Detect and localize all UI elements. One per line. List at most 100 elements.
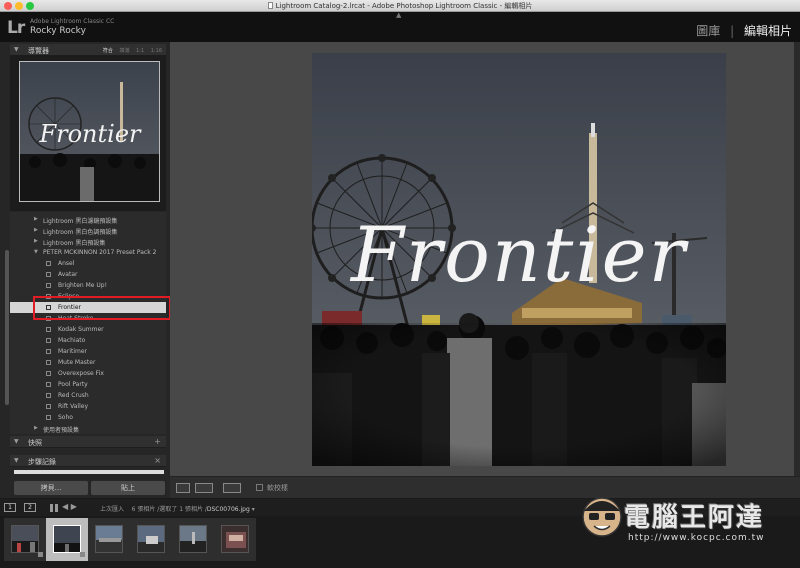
preset-item[interactable]: Soho xyxy=(10,412,166,423)
thumbnail-image xyxy=(137,525,165,553)
presets-panel: ▶ Lightroom 黑白濾鏡預設集 ▶ Lightroom 黑白色調預設集 … xyxy=(10,212,166,434)
site-watermark: 電腦王阿達 http://www.kocpc.com.tw xyxy=(578,491,794,561)
watermark-title: 電腦王阿達 xyxy=(624,503,765,533)
soft-proof-checkbox[interactable] xyxy=(256,484,263,491)
navigator-preview[interactable]: Frontier xyxy=(19,61,160,202)
right-panel-edge xyxy=(794,42,800,476)
collapse-top-panel-icon[interactable]: ▲ xyxy=(396,11,401,19)
filename-dropdown-icon[interactable]: ▾ xyxy=(252,506,255,513)
module-library[interactable]: 圖庫 xyxy=(696,24,720,38)
preset-item[interactable]: Pool Party xyxy=(10,379,166,390)
preset-icon xyxy=(46,404,51,409)
lightroom-logo: Lr xyxy=(7,18,25,38)
filmstrip-thumbnail[interactable] xyxy=(130,518,172,561)
photo-count-info: 6 張相片 /選取了 1 張相片 / xyxy=(131,506,207,513)
photo-overlay-text: Frontier xyxy=(349,210,690,299)
soft-proof-label: 軟校樣 xyxy=(267,484,288,492)
mascot-face-icon xyxy=(582,497,622,537)
preset-group[interactable]: ▶ Lightroom 黑白預設集 xyxy=(10,236,166,247)
preset-item[interactable]: Rift Valley xyxy=(10,401,166,412)
preset-item[interactable]: Red Crush xyxy=(10,390,166,401)
navigation-arrows: ◀ ▶ xyxy=(62,502,77,511)
preset-icon xyxy=(46,327,51,332)
watermark-url: http://www.kocpc.com.tw xyxy=(628,533,765,543)
snapshots-header[interactable]: ▼ 快照 + xyxy=(10,436,166,448)
clear-history-icon[interactable]: × xyxy=(154,456,161,465)
expand-triangle-icon: ▶ xyxy=(34,227,38,233)
module-separator: | xyxy=(730,24,735,38)
preset-icon xyxy=(46,261,51,266)
zoom-fit[interactable]: 符合 xyxy=(103,48,113,54)
thumbnail-image xyxy=(53,525,81,553)
filmstrip-thumbnail[interactable] xyxy=(88,518,130,561)
preset-item[interactable]: Mute Master xyxy=(10,357,166,368)
before-after-view-icon[interactable] xyxy=(195,483,213,493)
current-filename[interactable]: DSC00706.jpg xyxy=(207,506,250,513)
preset-item[interactable]: Overexpose Fix xyxy=(10,368,166,379)
forward-arrow-icon[interactable]: ▶ xyxy=(71,502,77,511)
preset-item[interactable]: Machiato xyxy=(10,335,166,346)
main-image-area: Frontier xyxy=(170,42,800,476)
preset-item[interactable]: Kodak Summer xyxy=(10,324,166,335)
thumbnail-image xyxy=(95,525,123,553)
second-monitor-button[interactable]: 2 xyxy=(24,503,36,512)
user-name: Rocky Rocky xyxy=(30,26,86,36)
navigator-zoom-options: 符合 填滿 1:1 1:16 xyxy=(98,47,162,54)
preset-group-open[interactable]: ▼ PETER MCKINNON 2017 Preset Pack 2 xyxy=(10,247,166,258)
main-monitor-button[interactable]: 1 xyxy=(4,503,16,512)
thumbnail-image xyxy=(221,525,249,553)
preset-group[interactable]: ▶ Lightroom 黑白濾鏡預設集 xyxy=(10,214,166,225)
preset-item[interactable]: Avatar xyxy=(10,269,166,280)
document-icon xyxy=(267,2,273,9)
selection-highlight-annotation xyxy=(33,296,171,320)
preset-icon xyxy=(46,349,51,354)
left-panel-scrollbar[interactable] xyxy=(5,250,9,405)
loupe-view-icon[interactable] xyxy=(176,483,190,493)
collapse-triangle-icon: ▼ xyxy=(14,457,19,464)
expand-triangle-icon: ▶ xyxy=(34,216,38,222)
snapshots-title: 快照 xyxy=(28,439,42,447)
preset-item[interactable]: Ansel xyxy=(10,258,166,269)
filmstrip-thumbnail-selected[interactable] xyxy=(46,518,88,561)
before-after-swap-icon[interactable] xyxy=(223,483,241,493)
identity-plate: ▲ Lr Adobe Lightroom Classic CC Rocky Ro… xyxy=(0,11,800,42)
filmstrip-thumbnail[interactable] xyxy=(4,518,46,561)
preset-icon xyxy=(46,338,51,343)
preset-group[interactable]: ▶ 使用者預設集 xyxy=(10,423,166,434)
collapse-triangle-icon: ▼ xyxy=(34,249,38,255)
collapse-triangle-icon: ▼ xyxy=(14,438,19,445)
preset-icon xyxy=(46,393,51,398)
module-develop[interactable]: 編輯相片 xyxy=(744,24,792,38)
module-picker: 圖庫 | 編輯相片 xyxy=(696,22,792,39)
zoom-1-16[interactable]: 1:16 xyxy=(151,48,162,54)
grid-view-icon[interactable] xyxy=(50,504,58,512)
history-title: 步驟記錄 xyxy=(28,458,56,466)
preset-icon xyxy=(46,382,51,387)
thumbnail-image xyxy=(11,525,39,553)
history-list xyxy=(14,470,164,474)
zoom-1-1[interactable]: 1:1 xyxy=(136,48,144,54)
preset-group[interactable]: ▶ Lightroom 黑白色調預設集 xyxy=(10,225,166,236)
thumbnail-image xyxy=(179,525,207,553)
edited-badge-icon xyxy=(38,552,43,557)
preset-icon xyxy=(46,415,51,420)
filmstrip-thumbnail[interactable] xyxy=(172,518,214,561)
back-arrow-icon[interactable]: ◀ xyxy=(62,502,68,511)
window-title: Lightroom Catalog-2.lrcat - Adobe Photos… xyxy=(0,1,800,11)
preset-icon xyxy=(46,371,51,376)
photo-preview[interactable]: Frontier xyxy=(312,53,726,466)
expand-triangle-icon: ▶ xyxy=(34,238,38,244)
source-label[interactable]: 上次匯入 xyxy=(100,506,124,513)
copy-settings-button[interactable]: 拷貝... xyxy=(14,481,88,495)
expand-triangle-icon: ▶ xyxy=(34,425,38,431)
preset-item[interactable]: Brighten Me Up! xyxy=(10,280,166,291)
history-header[interactable]: ▼ 步驟記錄 × xyxy=(10,455,166,467)
paste-settings-button[interactable]: 貼上 xyxy=(91,481,165,495)
preset-item[interactable]: Maritimer xyxy=(10,346,166,357)
preset-icon xyxy=(46,360,51,365)
filmstrip-thumbnail[interactable] xyxy=(214,518,256,561)
zoom-fill[interactable]: 填滿 xyxy=(120,48,130,54)
navigator-overlay-text: Frontier xyxy=(38,120,142,148)
add-snapshot-icon[interactable]: + xyxy=(154,437,161,446)
collapse-triangle-icon: ▼ xyxy=(14,46,19,53)
